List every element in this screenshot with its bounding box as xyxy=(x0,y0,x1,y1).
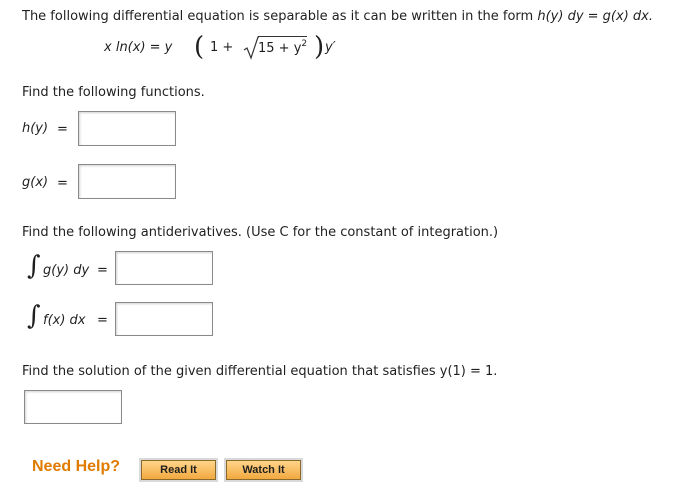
antiderivatives-heading: Find the following antiderivatives. (Use… xyxy=(22,225,498,240)
equation-lhs: x ln(x) = y xyxy=(104,40,173,55)
f-integrand: f(x) dx xyxy=(43,313,86,328)
h-equals: = xyxy=(57,122,68,137)
solution-input[interactable] xyxy=(24,390,122,424)
read-it-button[interactable]: Read It xyxy=(141,460,216,480)
antiderivatives-heading-text: Find the following antiderivatives. (Use… xyxy=(22,225,499,240)
watch-it-button[interactable]: Watch It xyxy=(226,460,301,480)
h-label: h(y) xyxy=(22,121,49,136)
radicand-exponent: 2 xyxy=(301,39,308,49)
f-integral-equals: = xyxy=(97,313,108,328)
equation-open-paren: ( xyxy=(194,32,205,62)
intro-text: The following differential equation is s… xyxy=(22,9,538,24)
g-antiderivative-input[interactable] xyxy=(115,251,213,285)
integral-sign-icon: ∫ xyxy=(27,251,41,281)
problem-intro: The following differential equation is s… xyxy=(22,9,653,24)
equation-one-plus: 1 + xyxy=(210,40,234,55)
g-equals: = xyxy=(57,176,68,191)
h-answer-input[interactable] xyxy=(78,111,176,146)
sqrt-icon xyxy=(243,36,259,60)
equation-close-paren: ) xyxy=(314,32,325,62)
find-functions-heading: Find the following functions. xyxy=(22,85,205,100)
integral-sign-icon: ∫ xyxy=(27,301,41,331)
g-answer-input[interactable] xyxy=(78,164,176,199)
radicand-text: 15 + y xyxy=(258,41,302,56)
g-label: g(x) xyxy=(22,175,49,190)
f-antiderivative-input[interactable] xyxy=(115,302,213,336)
equation-tail: y′ xyxy=(325,40,336,55)
g-integral-equals: = xyxy=(97,263,108,278)
g-integrand: g(y) dy xyxy=(43,263,90,278)
need-help-label: Need Help? xyxy=(32,458,121,475)
solution-heading: Find the solution of the given different… xyxy=(22,364,498,379)
equation-radicand: 15 + y2 xyxy=(258,36,308,56)
separable-form: h(y) dy = g(x) dx. xyxy=(537,9,653,24)
